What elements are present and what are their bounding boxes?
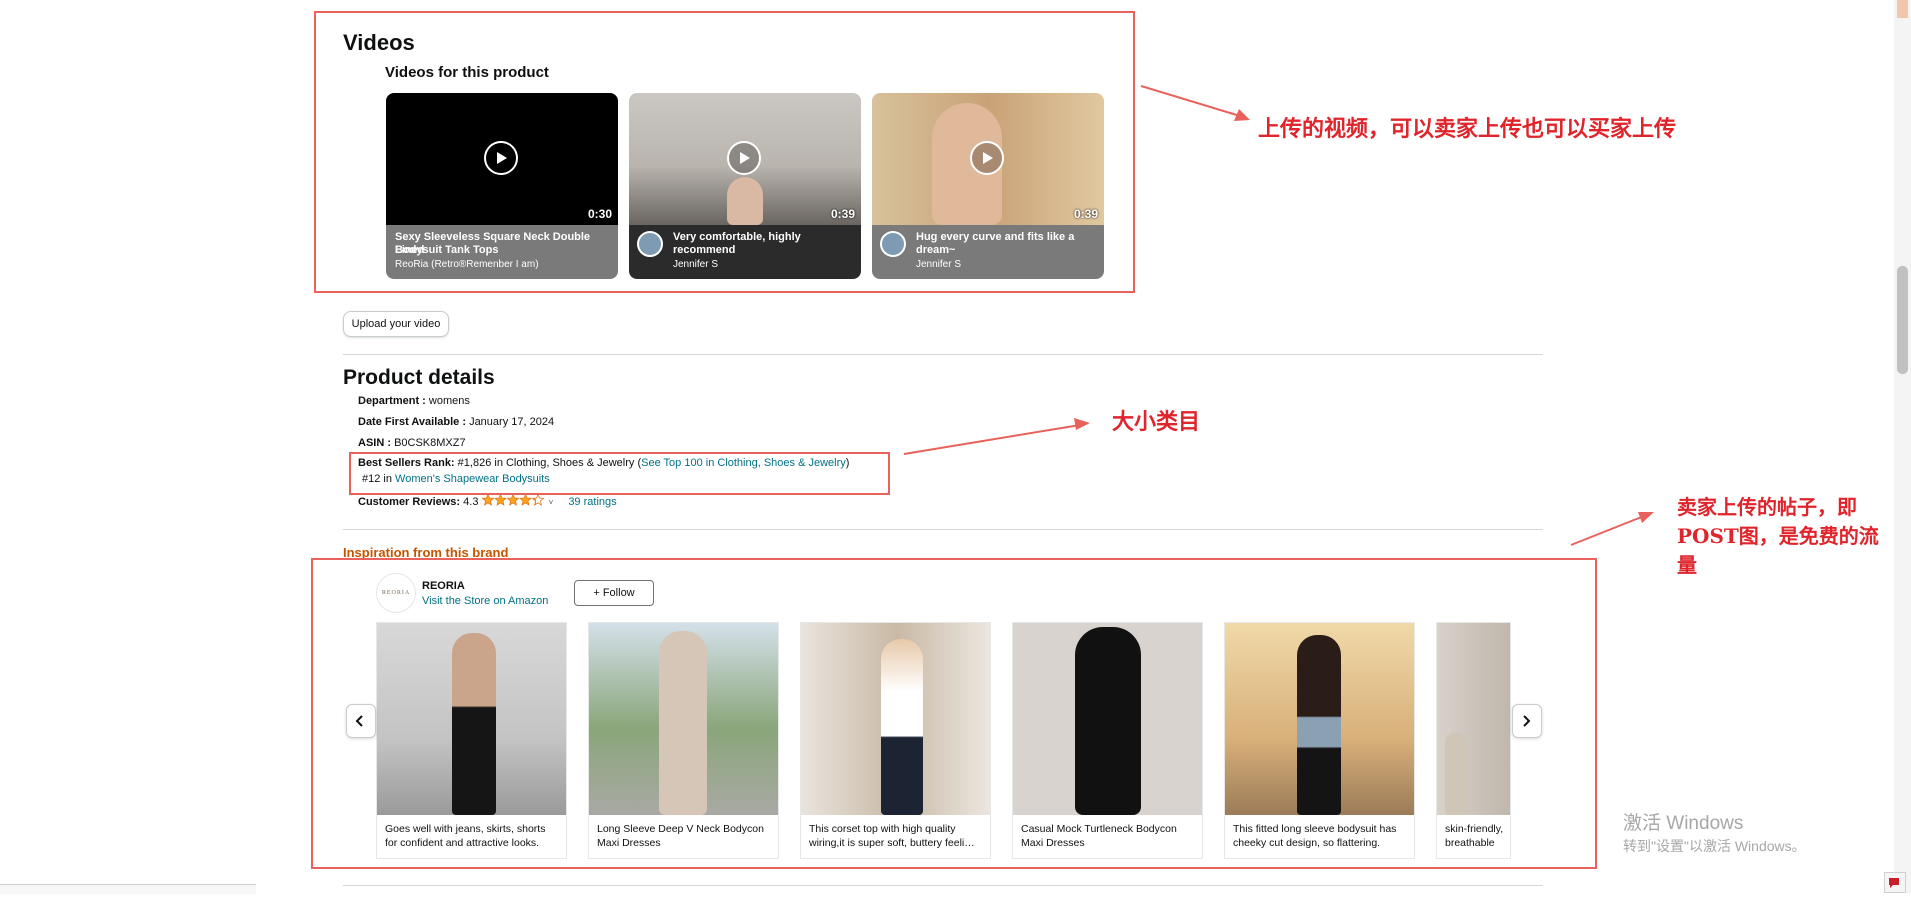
post-caption-line1: skin-friendly, <box>1445 823 1504 835</box>
divider <box>343 529 1543 530</box>
post-caption-line2: Maxi Dresses <box>597 837 661 849</box>
model-figure <box>881 639 923 815</box>
annotation-arrow-icon <box>1570 512 1654 546</box>
detail-customer-reviews: Customer Reviews: 4.3 ˅ 39 ratings <box>358 494 617 508</box>
chevron-down-icon[interactable]: ˅ <box>549 498 554 507</box>
detail-value: January 17, 2024 <box>469 416 555 428</box>
detail-department: Department : womens <box>358 395 470 407</box>
rank-highlight-box <box>349 452 890 495</box>
windows-activation-watermark: 激活 Windows <box>1623 813 1744 834</box>
post-card[interactable]: Long Sleeve Deep V Neck Bodycon Maxi Dres… <box>588 622 779 859</box>
scrollbar-thumb[interactable] <box>1897 266 1908 374</box>
detail-value: B0CSK8MXZ7 <box>394 437 466 449</box>
windows-activation-hint: 转到"设置"以激活 Windows。 <box>1623 838 1806 854</box>
carousel-next-button[interactable] <box>1512 704 1542 738</box>
scroll-top-marker <box>1897 0 1908 18</box>
ratings-link[interactable]: 39 ratings <box>568 496 616 508</box>
post-caption-line2: wiring,it is super soft, buttery feeli… <box>809 837 975 849</box>
post-caption-line2: Maxi Dresses <box>1021 837 1085 849</box>
post-annotation-line2: POST图，是免费的流 <box>1677 524 1879 548</box>
visit-store-link[interactable]: Visit the Store on Amazon <box>422 595 548 607</box>
follow-button[interactable]: + Follow <box>574 580 654 606</box>
chevron-right-icon <box>1523 715 1531 727</box>
detail-label: Date First Available <box>358 416 460 428</box>
post-caption-line1: Casual Mock Turtleneck Bodycon <box>1021 823 1177 835</box>
model-figure <box>452 633 496 815</box>
videos-annotation: 上传的视频，可以卖家上传也可以买家上传 <box>1258 116 1677 142</box>
video-title-line2: Bodysuit Tank Tops <box>395 244 499 256</box>
person-figure <box>727 177 763 225</box>
post-annotation-line3: 量 <box>1677 553 1697 577</box>
video-title-line2: dream~ <box>916 244 956 256</box>
video-author: ReoRia (Retro®Remenber I am) <box>395 259 539 270</box>
video-title-line1: Hug every curve and fits like a <box>916 231 1075 243</box>
video-card[interactable]: 0:39 Hug every curve and fits like a dre… <box>872 93 1104 279</box>
detail-label: ASIN <box>358 437 385 449</box>
post-card[interactable]: This corset top with high quality wiring,… <box>800 622 991 859</box>
divider <box>343 885 1543 886</box>
video-duration: 0:39 <box>1073 207 1098 221</box>
carousel-prev-button[interactable] <box>346 704 376 738</box>
star-icon <box>493 494 507 506</box>
product-details-title: Product details <box>343 366 495 389</box>
annotation-arrow-icon <box>903 418 1090 455</box>
post-card[interactable]: Goes well with jeans, skirts, shorts for … <box>376 622 567 859</box>
detail-date: Date First Available : January 17, 2024 <box>358 416 555 428</box>
video-duration: 0:30 <box>587 207 612 221</box>
video-card[interactable]: 0:39 Very comfortable, highly recommend … <box>629 93 861 279</box>
post-caption-line1: This fitted long sleeve bodysuit has <box>1233 823 1397 835</box>
star-icon <box>531 494 544 506</box>
rating-value: 4.3 <box>463 496 479 508</box>
detail-label: Department <box>358 395 420 407</box>
chevron-left-icon <box>355 715 363 727</box>
post-card[interactable]: Casual Mock Turtleneck Bodycon Maxi Dress… <box>1012 622 1203 859</box>
detail-label: Customer Reviews: <box>358 496 461 508</box>
star-icon <box>506 494 519 506</box>
post-caption-line2: breathable <box>1445 837 1495 849</box>
upload-video-button[interactable]: Upload your video <box>343 311 449 337</box>
video-author: Jennifer S <box>916 259 962 270</box>
play-icon[interactable] <box>970 141 1004 175</box>
star-icon <box>481 494 494 506</box>
avatar <box>637 231 663 257</box>
video-duration: 0:39 <box>830 207 855 221</box>
post-annotation-line1: 卖家上传的帖子，即 <box>1677 495 1857 519</box>
star-rating-icon[interactable] <box>481 494 546 506</box>
post-caption-line1: Long Sleeve Deep V Neck Bodycon <box>597 823 764 835</box>
category-annotation: 大小类目 <box>1112 409 1201 435</box>
detail-asin: ASIN : B0CSK8MXZ7 <box>358 437 466 449</box>
video-title-line1: Very comfortable, highly <box>673 231 801 243</box>
model-figure <box>659 631 707 815</box>
play-icon[interactable] <box>484 141 518 175</box>
video-author: Jennifer S <box>673 259 719 270</box>
vase-figure <box>1445 733 1467 815</box>
play-icon[interactable] <box>727 141 761 175</box>
divider <box>343 354 1543 355</box>
page-scrollbar[interactable] <box>1894 0 1911 893</box>
post-caption-line1: This corset top with high quality <box>809 823 956 835</box>
video-title-line2: recommend <box>673 244 736 256</box>
videos-section-title: Videos <box>343 30 415 55</box>
post-caption-line2: cheeky cut design, so flattering. <box>1233 837 1381 849</box>
post-card[interactable]: This fitted long sleeve bodysuit has chee… <box>1224 622 1415 859</box>
annotation-arrow-icon <box>1140 85 1250 121</box>
videos-subtitle: Videos for this product <box>385 64 549 81</box>
brand-name: REORIA <box>422 580 465 592</box>
post-caption-line1: Goes well with jeans, skirts, shorts <box>385 823 546 835</box>
brand-logo[interactable]: REORIA <box>376 573 416 613</box>
post-caption-line2: for confident and attractive looks. <box>385 837 540 849</box>
video-card[interactable]: 0:30 Sexy Sleeveless Square Neck Double … <box>386 93 618 279</box>
avatar <box>880 231 906 257</box>
feedback-icon[interactable] <box>1884 872 1906 893</box>
detail-value: womens <box>428 395 470 407</box>
star-icon <box>518 494 532 506</box>
post-card[interactable]: skin-friendly, breathable <box>1436 622 1511 859</box>
model-figure <box>1075 627 1141 815</box>
model-figure <box>1297 635 1341 815</box>
